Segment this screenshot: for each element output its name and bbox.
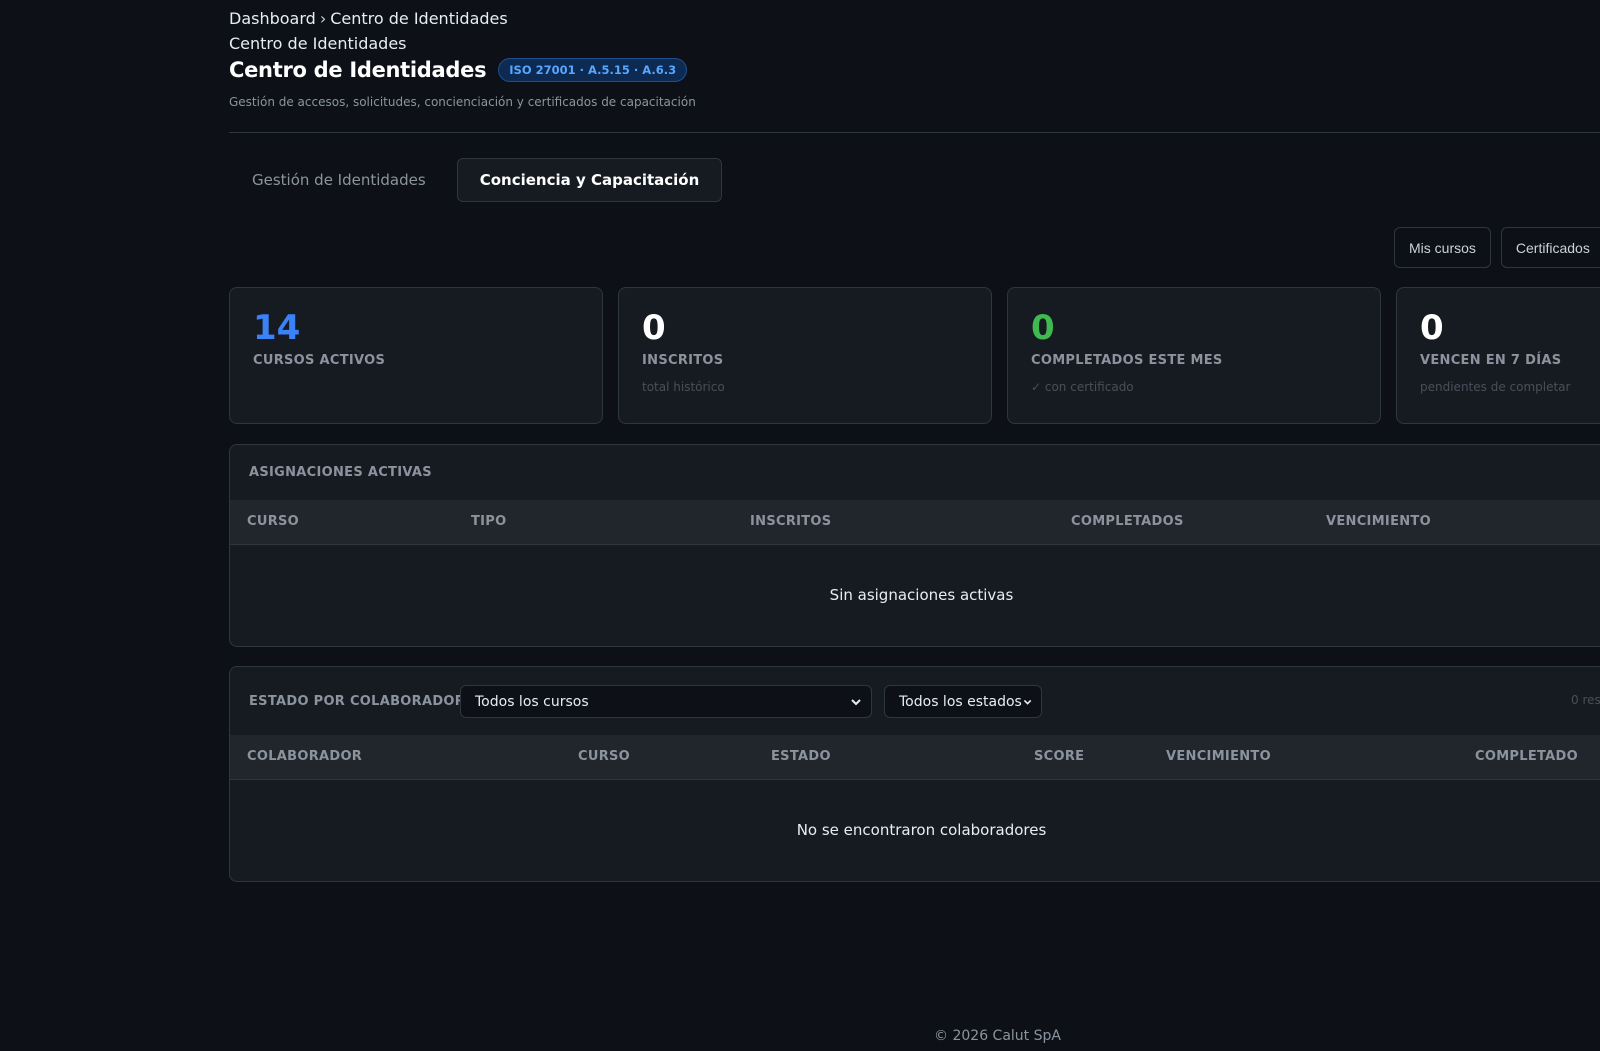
course-filter-value: Todos los cursos [475,693,589,710]
column-header-inscritos: INSCRITOS [750,514,832,529]
assignments-header: ASIGNACIONES ACTIVAS [230,445,1600,500]
assignments-panel: ASIGNACIONES ACTIVAS CURSO TIPO INSCRITO… [229,444,1600,647]
stat-hint: total histórico [642,380,725,395]
breadcrumb-separator: › [319,9,327,28]
action-buttons: Mis cursos Certificados [1394,227,1600,268]
chevron-down-icon [851,698,861,705]
stat-label: VENCEN EN 7 DÍAS [1420,353,1562,369]
column-header-vencimiento: VENCIMIENTO [1166,749,1271,764]
results-count: 0 res [1571,693,1600,707]
collaborators-empty-state: No se encontraron colaboradores [796,821,1047,839]
column-header-curso: CURSO [247,514,300,529]
stat-value: 0 [1031,308,1055,348]
page-description: Gestión de accesos, solicitudes, concien… [229,95,696,109]
collaborators-table-header: COLABORADOR CURSO ESTADO SCORE VENCIMIEN… [230,735,1600,780]
stat-card-completados: 0 COMPLETADOS ESTE MES ✓ con certificado [1007,287,1381,424]
stat-value: 14 [253,308,301,348]
tab-gestion-identidades[interactable]: Gestión de Identidades [229,158,449,202]
my-courses-button[interactable]: Mis cursos [1394,227,1491,268]
stat-label: INSCRITOS [642,353,724,369]
stat-card-inscritos: 0 INSCRITOS total histórico [618,287,992,424]
breadcrumb-dashboard-link[interactable]: Dashboard [229,9,316,28]
column-header-estado: ESTADO [771,749,831,764]
stat-card-vencen: 0 VENCEN EN 7 DÍAS pendientes de complet… [1396,287,1600,424]
column-header-completado: COMPLETADO [1475,749,1578,764]
tab-bar: Gestión de Identidades Conciencia y Capa… [229,158,723,202]
title-row: Centro de Identidades ISO 27001 · A.5.15… [229,58,688,82]
tab-conciencia-capacitacion[interactable]: Conciencia y Capacitación [456,158,723,202]
breadcrumb: Dashboard › Centro de Identidades [229,9,508,28]
stat-label: COMPLETADOS ESTE MES [1031,353,1223,369]
stat-value: 0 [1420,308,1444,348]
stat-value: 0 [642,308,666,348]
breadcrumb-current: Centro de Identidades [330,9,508,28]
iso-badge: ISO 27001 · A.5.15 · A.6.3 [498,58,688,82]
assignments-empty-state: Sin asignaciones activas [829,586,1014,604]
column-header-score: SCORE [1034,749,1085,764]
collaborators-panel: ESTADO POR COLABORADOR Todos los cursos … [229,666,1600,882]
status-filter-value: Todos los estados [899,693,1022,710]
stat-hint: pendientes de completar [1420,380,1571,395]
footer-copyright: © 2026 Calut SpA [934,1028,1061,1044]
stat-hint: ✓ con certificado [1031,380,1134,395]
chevron-down-icon [1023,699,1032,705]
column-header-colaborador: COLABORADOR [247,749,363,764]
stat-label: CURSOS ACTIVOS [253,353,386,369]
column-header-tipo: TIPO [471,514,507,529]
assignments-title: ASIGNACIONES ACTIVAS [249,465,432,480]
column-header-vencimiento: VENCIMIENTO [1326,514,1431,529]
stat-card-cursos-activos: 14 CURSOS ACTIVOS [229,287,603,424]
header-divider [229,132,1600,133]
page: Dashboard › Centro de Identidades Centro d… [0,0,1600,1051]
status-filter-select[interactable]: Todos los estados [884,685,1042,718]
stats-row: 14 CURSOS ACTIVOS 0 INSCRITOS total hist… [229,287,1600,424]
certificates-button[interactable]: Certificados [1500,227,1600,268]
sub-breadcrumb: Centro de Identidades [229,34,407,53]
page-title: Centro de Identidades [229,58,487,82]
column-header-completados: COMPLETADOS [1071,514,1184,529]
collaborators-title: ESTADO POR COLABORADOR [249,693,466,709]
course-filter-select[interactable]: Todos los cursos [460,685,872,718]
column-header-curso: CURSO [578,749,631,764]
assignments-table-header: CURSO TIPO INSCRITOS COMPLETADOS VENCIMI… [230,500,1600,545]
